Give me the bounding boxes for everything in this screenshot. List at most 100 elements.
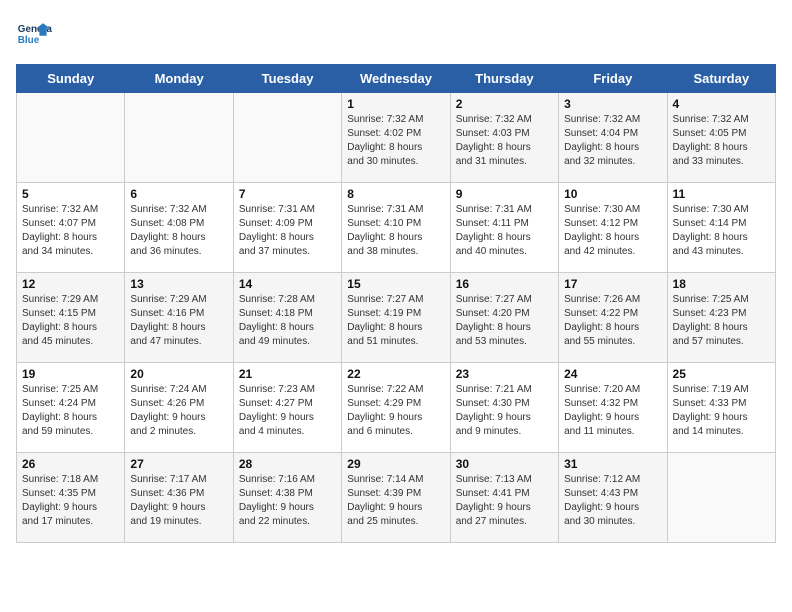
day-number: 29 — [347, 457, 444, 471]
day-number: 28 — [239, 457, 336, 471]
day-number: 27 — [130, 457, 227, 471]
day-number: 31 — [564, 457, 661, 471]
day-number: 6 — [130, 187, 227, 201]
day-info: Sunrise: 7:29 AM Sunset: 4:15 PM Dayligh… — [22, 293, 119, 349]
weekday-header: Thursday — [450, 65, 558, 93]
weekday-header: Wednesday — [342, 65, 450, 93]
day-number: 2 — [456, 97, 553, 111]
day-info: Sunrise: 7:32 AM Sunset: 4:02 PM Dayligh… — [347, 113, 444, 169]
day-info: Sunrise: 7:20 AM Sunset: 4:32 PM Dayligh… — [564, 383, 661, 439]
day-info: Sunrise: 7:31 AM Sunset: 4:11 PM Dayligh… — [456, 203, 553, 259]
day-number: 16 — [456, 277, 553, 291]
day-number: 23 — [456, 367, 553, 381]
logo-icon: General Blue — [16, 16, 52, 52]
day-info: Sunrise: 7:12 AM Sunset: 4:43 PM Dayligh… — [564, 473, 661, 529]
calendar-cell: 22 Sunrise: 7:22 AM Sunset: 4:29 PM Dayli… — [342, 363, 450, 453]
calendar-table: SundayMondayTuesdayWednesdayThursdayFrid… — [16, 64, 776, 543]
day-number: 20 — [130, 367, 227, 381]
weekday-header-row: SundayMondayTuesdayWednesdayThursdayFrid… — [17, 65, 776, 93]
calendar-cell: 18Sunrise: 7:25 AM Sunset: 4:23 PM Dayli… — [667, 273, 775, 363]
day-number: 12 — [22, 277, 119, 291]
day-info: Sunrise: 7:22 AM Sunset: 4:29 PM Dayligh… — [347, 383, 444, 439]
calendar-cell: 4 Sunrise: 7:32 AM Sunset: 4:05 PM Daylig… — [667, 93, 775, 183]
calendar-cell: 13 Sunrise: 7:29 AM Sunset: 4:16 PM Dayli… — [125, 273, 233, 363]
day-number: 15 — [347, 277, 444, 291]
day-info: Sunrise: 7:26 AM Sunset: 4:22 PM Dayligh… — [564, 293, 661, 349]
day-info: Sunrise: 7:27 AM Sunset: 4:19 PM Dayligh… — [347, 293, 444, 349]
day-info: Sunrise: 7:30 AM Sunset: 4:12 PM Dayligh… — [564, 203, 661, 259]
calendar-cell: 5 Sunrise: 7:32 AM Sunset: 4:07 PM Daylig… — [17, 183, 125, 273]
day-number: 22 — [347, 367, 444, 381]
day-info: Sunrise: 7:14 AM Sunset: 4:39 PM Dayligh… — [347, 473, 444, 529]
page-header: General Blue — [16, 16, 776, 52]
day-number: 25 — [673, 367, 770, 381]
day-number: 3 — [564, 97, 661, 111]
calendar-cell: 6 Sunrise: 7:32 AM Sunset: 4:08 PM Daylig… — [125, 183, 233, 273]
logo: General Blue — [16, 16, 52, 52]
calendar-cell: 11Sunrise: 7:30 AM Sunset: 4:14 PM Dayli… — [667, 183, 775, 273]
calendar-week-row: 26 Sunrise: 7:18 AM Sunset: 4:35 PM Dayli… — [17, 453, 776, 543]
day-info: Sunrise: 7:29 AM Sunset: 4:16 PM Dayligh… — [130, 293, 227, 349]
day-number: 30 — [456, 457, 553, 471]
calendar-cell: 17 Sunrise: 7:26 AM Sunset: 4:22 PM Dayli… — [559, 273, 667, 363]
calendar-cell: 2Sunrise: 7:32 AM Sunset: 4:03 PM Daylig… — [450, 93, 558, 183]
calendar-cell: 1 Sunrise: 7:32 AM Sunset: 4:02 PM Daylig… — [342, 93, 450, 183]
calendar-cell: 19 Sunrise: 7:25 AM Sunset: 4:24 PM Dayli… — [17, 363, 125, 453]
calendar-week-row: 1 Sunrise: 7:32 AM Sunset: 4:02 PM Daylig… — [17, 93, 776, 183]
day-info: Sunrise: 7:31 AM Sunset: 4:09 PM Dayligh… — [239, 203, 336, 259]
calendar-cell: 25Sunrise: 7:19 AM Sunset: 4:33 PM Dayli… — [667, 363, 775, 453]
calendar-cell: 7Sunrise: 7:31 AM Sunset: 4:09 PM Daylig… — [233, 183, 341, 273]
svg-text:General: General — [18, 24, 52, 35]
weekday-header: Saturday — [667, 65, 775, 93]
day-number: 24 — [564, 367, 661, 381]
day-info: Sunrise: 7:32 AM Sunset: 4:05 PM Dayligh… — [673, 113, 770, 169]
svg-text:Blue: Blue — [18, 35, 40, 46]
day-info: Sunrise: 7:31 AM Sunset: 4:10 PM Dayligh… — [347, 203, 444, 259]
day-number: 17 — [564, 277, 661, 291]
weekday-header: Monday — [125, 65, 233, 93]
calendar-cell: 14 Sunrise: 7:28 AM Sunset: 4:18 PM Dayli… — [233, 273, 341, 363]
day-info: Sunrise: 7:13 AM Sunset: 4:41 PM Dayligh… — [456, 473, 553, 529]
calendar-cell: 29 Sunrise: 7:14 AM Sunset: 4:39 PM Dayli… — [342, 453, 450, 543]
calendar-cell: 8 Sunrise: 7:31 AM Sunset: 4:10 PM Daylig… — [342, 183, 450, 273]
day-number: 1 — [347, 97, 444, 111]
day-info: Sunrise: 7:30 AM Sunset: 4:14 PM Dayligh… — [673, 203, 770, 259]
weekday-header: Tuesday — [233, 65, 341, 93]
day-info: Sunrise: 7:32 AM Sunset: 4:04 PM Dayligh… — [564, 113, 661, 169]
day-number: 13 — [130, 277, 227, 291]
calendar-cell — [125, 93, 233, 183]
calendar-cell: 24 Sunrise: 7:20 AM Sunset: 4:32 PM Dayli… — [559, 363, 667, 453]
calendar-cell: 23Sunrise: 7:21 AM Sunset: 4:30 PM Dayli… — [450, 363, 558, 453]
day-info: Sunrise: 7:25 AM Sunset: 4:23 PM Dayligh… — [673, 293, 770, 349]
day-number: 9 — [456, 187, 553, 201]
day-info: Sunrise: 7:23 AM Sunset: 4:27 PM Dayligh… — [239, 383, 336, 439]
day-number: 21 — [239, 367, 336, 381]
calendar-cell: 20Sunrise: 7:24 AM Sunset: 4:26 PM Dayli… — [125, 363, 233, 453]
day-info: Sunrise: 7:16 AM Sunset: 4:38 PM Dayligh… — [239, 473, 336, 529]
day-number: 5 — [22, 187, 119, 201]
day-info: Sunrise: 7:32 AM Sunset: 4:07 PM Dayligh… — [22, 203, 119, 259]
calendar-cell: 31 Sunrise: 7:12 AM Sunset: 4:43 PM Dayli… — [559, 453, 667, 543]
day-number: 26 — [22, 457, 119, 471]
day-info: Sunrise: 7:18 AM Sunset: 4:35 PM Dayligh… — [22, 473, 119, 529]
calendar-cell: 12 Sunrise: 7:29 AM Sunset: 4:15 PM Dayli… — [17, 273, 125, 363]
weekday-header: Friday — [559, 65, 667, 93]
calendar-cell: 21 Sunrise: 7:23 AM Sunset: 4:27 PM Dayli… — [233, 363, 341, 453]
day-info: Sunrise: 7:32 AM Sunset: 4:08 PM Dayligh… — [130, 203, 227, 259]
calendar-cell — [667, 453, 775, 543]
day-number: 14 — [239, 277, 336, 291]
day-number: 8 — [347, 187, 444, 201]
calendar-cell: 30 Sunrise: 7:13 AM Sunset: 4:41 PM Dayli… — [450, 453, 558, 543]
calendar-cell — [17, 93, 125, 183]
weekday-header: Sunday — [17, 65, 125, 93]
calendar-cell — [233, 93, 341, 183]
day-number: 4 — [673, 97, 770, 111]
day-number: 19 — [22, 367, 119, 381]
calendar-cell: 15 Sunrise: 7:27 AM Sunset: 4:19 PM Dayli… — [342, 273, 450, 363]
day-info: Sunrise: 7:28 AM Sunset: 4:18 PM Dayligh… — [239, 293, 336, 349]
day-info: Sunrise: 7:25 AM Sunset: 4:24 PM Dayligh… — [22, 383, 119, 439]
day-info: Sunrise: 7:27 AM Sunset: 4:20 PM Dayligh… — [456, 293, 553, 349]
calendar-week-row: 12 Sunrise: 7:29 AM Sunset: 4:15 PM Dayli… — [17, 273, 776, 363]
calendar-cell: 9 Sunrise: 7:31 AM Sunset: 4:11 PM Daylig… — [450, 183, 558, 273]
calendar-week-row: 19 Sunrise: 7:25 AM Sunset: 4:24 PM Dayli… — [17, 363, 776, 453]
